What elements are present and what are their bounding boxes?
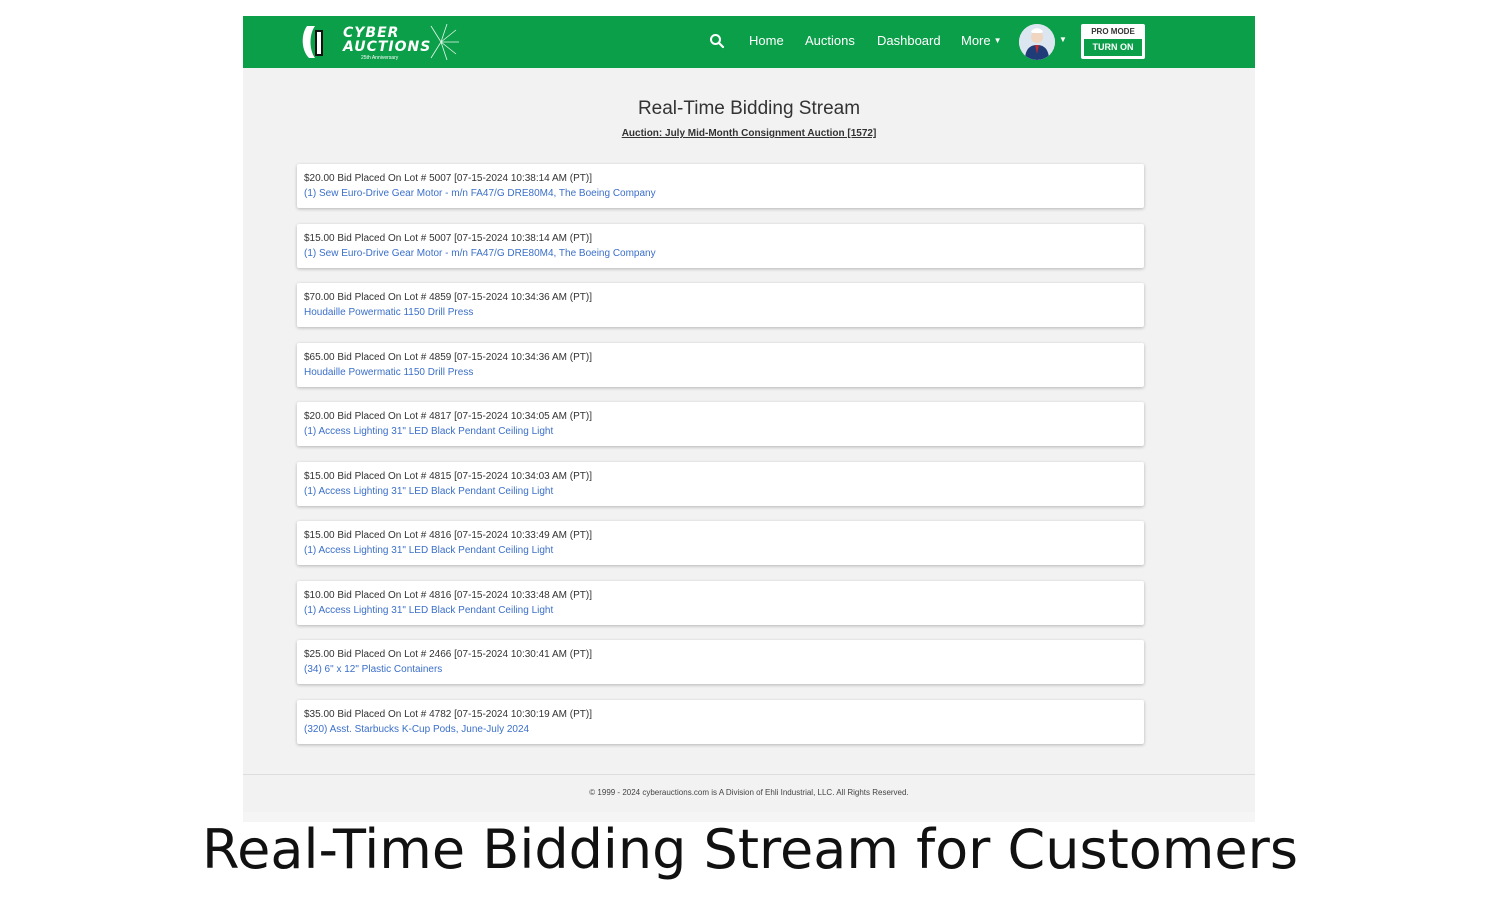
bid-item-link[interactable]: Houdaille Powermatic 1150 Drill Press	[304, 367, 473, 378]
user-avatar[interactable]	[1019, 24, 1055, 60]
bid-text: $15.00 Bid Placed On Lot # 5007 [07-15-2…	[304, 233, 592, 244]
bid-item-link[interactable]: (1) Sew Euro-Drive Gear Motor - m/n FA47…	[304, 248, 656, 259]
bid-card: $70.00 Bid Placed On Lot # 4859 [07-15-2…	[297, 283, 1144, 327]
footer-copyright: © 1999 - 2024 cyberauctions.com is A Div…	[589, 788, 909, 797]
slide-caption: Real-Time Bidding Stream for Customers	[202, 818, 1298, 881]
bid-card: $10.00 Bid Placed On Lot # 4816 [07-15-2…	[297, 581, 1144, 625]
bid-text: $65.00 Bid Placed On Lot # 4859 [07-15-2…	[304, 352, 592, 363]
bid-card: $20.00 Bid Placed On Lot # 5007 [07-15-2…	[297, 164, 1144, 208]
nav-auctions-link[interactable]: Auctions	[805, 33, 855, 48]
browser-page: CYBER AUCTIONS 25th Anniversary Home Auc…	[243, 16, 1255, 822]
bid-text: $25.00 Bid Placed On Lot # 2466 [07-15-2…	[304, 649, 592, 660]
bid-card: $15.00 Bid Placed On Lot # 4816 [07-15-2…	[297, 521, 1144, 565]
bid-item-link[interactable]: (320) Asst. Starbucks K-Cup Pods, June-J…	[304, 724, 529, 735]
bid-text: $15.00 Bid Placed On Lot # 4815 [07-15-2…	[304, 471, 592, 482]
bid-item-link[interactable]: (1) Access Lighting 31" LED Black Pendan…	[304, 486, 553, 497]
nav-more-menu[interactable]: More ▼	[961, 33, 1002, 48]
site-logo[interactable]: CYBER AUCTIONS 25th Anniversary	[301, 20, 461, 64]
bid-card: $65.00 Bid Placed On Lot # 4859 [07-15-2…	[297, 343, 1144, 387]
bid-item-link[interactable]: (1) Access Lighting 31" LED Black Pendan…	[304, 426, 553, 437]
bid-text: $15.00 Bid Placed On Lot # 4816 [07-15-2…	[304, 530, 592, 541]
bid-text: $20.00 Bid Placed On Lot # 5007 [07-15-2…	[304, 173, 592, 184]
pro-mode-turn-on-button[interactable]: TURN ON	[1084, 39, 1142, 56]
bid-text: $70.00 Bid Placed On Lot # 4859 [07-15-2…	[304, 292, 592, 303]
logo-text-auctions: AUCTIONS	[343, 39, 432, 55]
bid-text: $10.00 Bid Placed On Lot # 4816 [07-15-2…	[304, 590, 592, 601]
bid-card: $15.00 Bid Placed On Lot # 5007 [07-15-2…	[297, 224, 1144, 268]
pro-mode-toggle[interactable]: PRO MODE TURN ON	[1081, 24, 1145, 59]
top-navbar: CYBER AUCTIONS 25th Anniversary Home Auc…	[243, 16, 1255, 68]
bid-item-link[interactable]: (1) Sew Euro-Drive Gear Motor - m/n FA47…	[304, 188, 656, 199]
bid-card: $35.00 Bid Placed On Lot # 4782 [07-15-2…	[297, 700, 1144, 744]
avatar-caret-down-icon[interactable]: ▼	[1059, 35, 1067, 44]
bid-item-link[interactable]: (1) Access Lighting 31" LED Black Pendan…	[304, 605, 553, 616]
bid-text: $20.00 Bid Placed On Lot # 4817 [07-15-2…	[304, 411, 592, 422]
nav-more-label: More	[961, 33, 991, 48]
bid-item-link[interactable]: (34) 6" x 12" Plastic Containers	[304, 664, 442, 675]
bid-item-link[interactable]: Houdaille Powermatic 1150 Drill Press	[304, 307, 473, 318]
bid-card: $15.00 Bid Placed On Lot # 4815 [07-15-2…	[297, 462, 1144, 506]
bid-text: $35.00 Bid Placed On Lot # 4782 [07-15-2…	[304, 709, 592, 720]
caret-down-icon: ▼	[993, 36, 1002, 45]
page-title: Real-Time Bidding Stream	[243, 98, 1255, 120]
logo-anniversary: 25th Anniversary	[361, 55, 399, 61]
page-title-text: Real-Time Bidding Stream	[637, 98, 861, 119]
search-icon[interactable]	[709, 33, 725, 49]
pro-mode-label: PRO MODE	[1091, 27, 1135, 36]
nav-dashboard-link[interactable]: Dashboard	[877, 33, 941, 48]
auction-link[interactable]: Auction: July Mid-Month Consignment Auct…	[243, 128, 1255, 139]
bid-card: $25.00 Bid Placed On Lot # 2466 [07-15-2…	[297, 640, 1144, 684]
footer-divider	[243, 774, 1255, 775]
bid-card: $20.00 Bid Placed On Lot # 4817 [07-15-2…	[297, 402, 1144, 446]
bid-item-link[interactable]: (1) Access Lighting 31" LED Black Pendan…	[304, 545, 553, 556]
avatar-image-icon	[1019, 24, 1055, 60]
nav-home-link[interactable]: Home	[749, 33, 784, 48]
